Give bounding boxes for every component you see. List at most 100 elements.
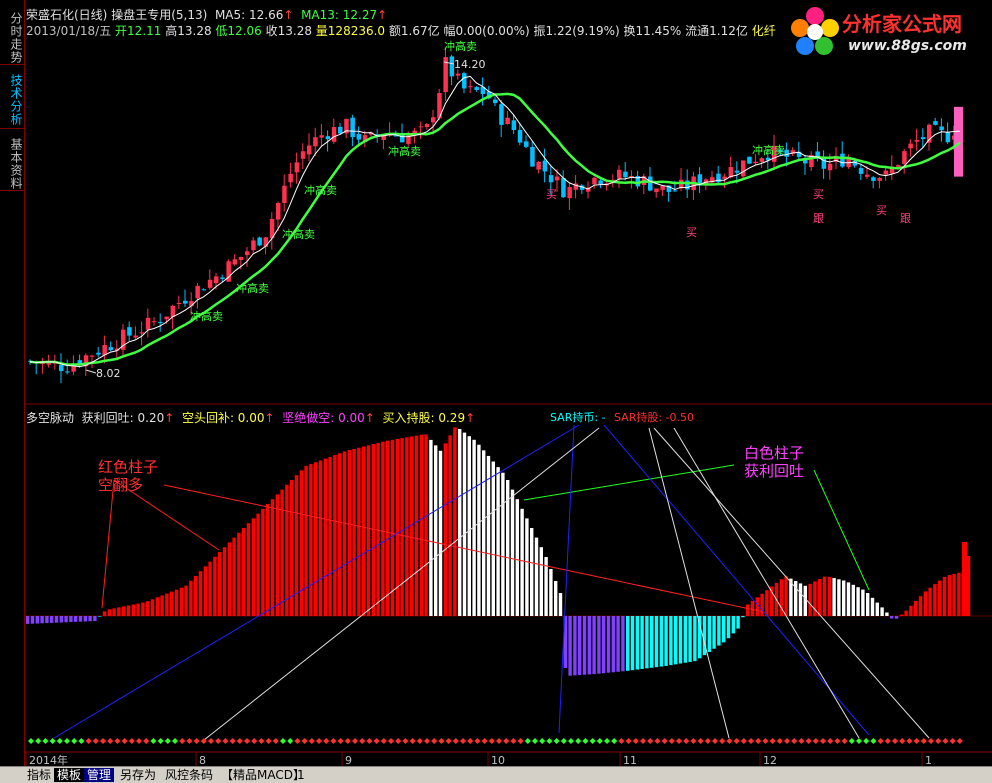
candle (344, 118, 349, 139)
candle (381, 135, 386, 150)
indicator-bar (616, 616, 620, 672)
flower-icon (791, 7, 839, 55)
indicator-bar (112, 608, 116, 616)
candle-body (313, 137, 318, 147)
indicator-bar (856, 587, 860, 616)
signal-diamond (71, 738, 78, 744)
chart-area[interactable]: 14.20 8.02 冲高卖 冲高卖 冲高卖 冲高卖 冲高卖 冲高卖 冲高卖买买买买跟跟红色柱子… (24, 0, 992, 766)
signal-diamond (740, 738, 747, 744)
candle-body (840, 153, 845, 167)
signal-diamond (920, 738, 927, 744)
signal-diamond (719, 738, 726, 744)
signal-diamond (474, 738, 481, 744)
signal-diamond (784, 738, 790, 744)
signal-diamond (726, 738, 733, 744)
candle (871, 176, 876, 189)
candle (648, 167, 653, 192)
signal-diamond (28, 738, 34, 744)
signal-diamond (856, 738, 862, 744)
indicator-bar (410, 436, 414, 616)
indicator-bar (78, 616, 83, 622)
candle-body (381, 136, 386, 140)
candle-body (908, 143, 913, 149)
indicator-bar (678, 616, 683, 664)
indicator-bar (93, 616, 97, 622)
ma13-line (29, 92, 961, 366)
signal-diamond (402, 738, 409, 744)
candle-body (939, 126, 944, 131)
signal-diamond (596, 738, 603, 744)
candle (635, 170, 641, 190)
signal-diamond (64, 738, 70, 744)
tab-technical-analysis[interactable]: 技术分析 (2, 70, 23, 130)
signal-diamond (42, 738, 49, 744)
chart-canvas[interactable]: 14.208.02冲高卖冲高卖冲高卖冲高卖冲高卖冲高卖 冲高卖买买买买跟 跟红色柱子… (24, 0, 992, 766)
candle (716, 165, 721, 186)
candle (176, 295, 182, 309)
indicator-bar (429, 439, 433, 616)
tab-fundamentals[interactable]: 基本资料 (2, 134, 23, 194)
candle-body (455, 73, 461, 76)
candle-body (954, 106, 963, 177)
candle-body (945, 132, 951, 143)
tab-intraday[interactable]: 分时走势 (2, 8, 23, 68)
signal-diamond (798, 738, 805, 744)
candle-body (108, 347, 114, 351)
sell-signal-label: 冲高卖 (190, 309, 223, 323)
candle (418, 121, 424, 140)
btab-save-as[interactable]: 另存为 (117, 768, 159, 782)
candle (443, 47, 448, 101)
xaxis-label: 1 (925, 754, 932, 766)
indicator-bar (366, 445, 371, 616)
signal-diamond (942, 738, 949, 744)
sell-signal-label: 冲高卖 (282, 227, 315, 241)
indicator-bar (501, 472, 505, 616)
candle (945, 122, 951, 144)
signal-diamond (625, 738, 632, 744)
candle (245, 247, 250, 267)
btab-page[interactable]: 1 (294, 768, 308, 782)
btab-risk-bar[interactable]: 风控条码 (162, 768, 216, 782)
signal-diamond (827, 738, 834, 744)
signal-diamond (172, 738, 178, 744)
candle (40, 357, 45, 374)
candle (536, 160, 541, 174)
indicator-bar (362, 446, 366, 616)
header-line-1: 荣盛石化(日线) 操盘王专用(5,13) MA5: 12.66↑ MA13: 1… (26, 8, 388, 22)
candle-body (319, 135, 324, 138)
btab-indicator[interactable]: 指标 (24, 768, 54, 782)
signal-diamond (352, 738, 358, 744)
indicator-bar (803, 585, 807, 616)
indicator-bar (918, 596, 923, 616)
indicator-bar (198, 571, 203, 616)
low-marker (85, 369, 97, 374)
candle-body (176, 302, 182, 304)
indicator-bar (184, 585, 188, 616)
high-price-label: 14.20 (454, 58, 486, 71)
signal-diamond (208, 738, 214, 744)
indicator-bar (54, 616, 59, 623)
candle (102, 335, 107, 364)
candle-body (753, 161, 758, 164)
indicator-bar (933, 584, 937, 616)
xaxis-label: 2014年 (29, 753, 68, 766)
indicator-bar (194, 576, 198, 616)
candle-body (524, 141, 529, 147)
indicator-bar (890, 616, 894, 619)
candle (269, 212, 275, 250)
signal-diamond (589, 738, 596, 744)
indicator-bar (947, 575, 951, 616)
signal-diamond (85, 738, 92, 744)
xaxis-label: 10 (491, 754, 505, 766)
indicator-bar (962, 542, 967, 616)
ma13-value: MA13: 12.27 (301, 8, 378, 22)
signal-diamond (164, 738, 171, 744)
indicator-bar (846, 582, 851, 616)
btab-manage[interactable]: 管理 (84, 768, 115, 782)
indicator-bar (189, 580, 193, 616)
candle-body (183, 300, 188, 304)
indicator-bar (818, 579, 822, 616)
sar-arrow (648, 427, 730, 739)
indicator-bar (640, 616, 644, 669)
btab-template[interactable]: 模板 (54, 768, 85, 782)
